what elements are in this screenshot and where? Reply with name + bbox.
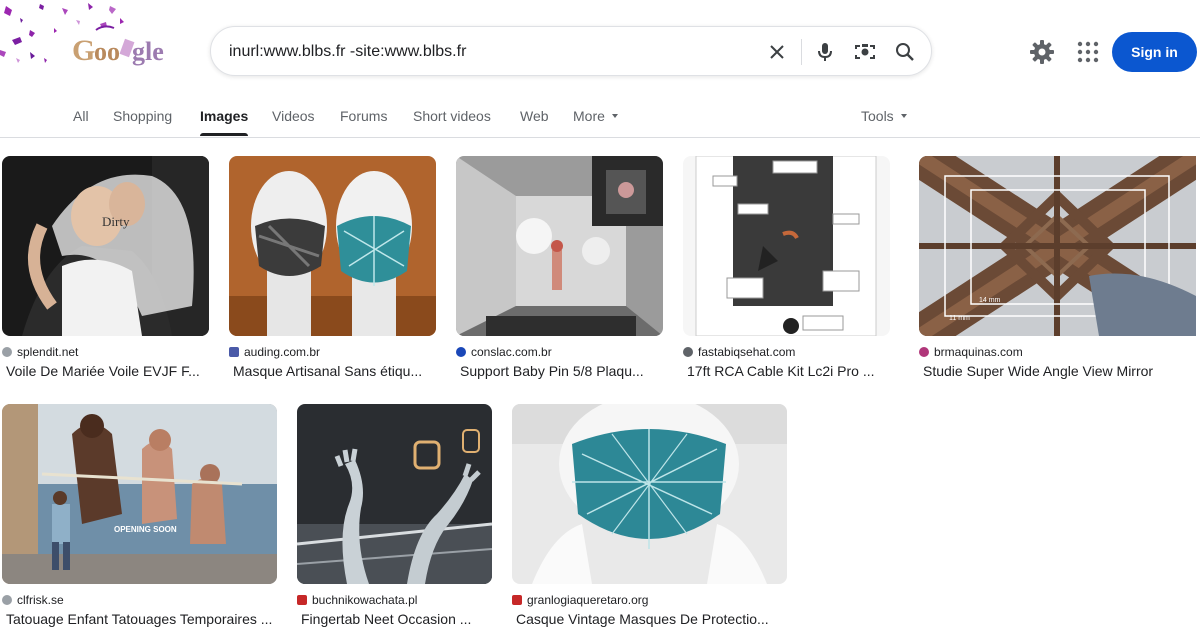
result-title[interactable]: 17ft RCA Cable Kit Lc2i Pro ... (687, 363, 891, 379)
result-source: granlogiaqueretaro.org (512, 593, 648, 607)
svg-text:oo: oo (94, 37, 120, 66)
source-text: clfrisk.se (17, 593, 64, 607)
image-result[interactable]: 14 mm 11 mm brmaquinas.com Studie Super … (919, 156, 1199, 386)
result-source: clfrisk.se (2, 593, 64, 607)
result-thumbnail[interactable] (229, 156, 436, 336)
site-favicon (919, 347, 929, 357)
microphone-icon[interactable] (813, 40, 837, 64)
result-thumbnail[interactable] (683, 156, 890, 336)
search-box[interactable] (210, 26, 932, 76)
result-thumbnail[interactable] (512, 404, 787, 584)
google-doodle-logo[interactable]: G oo gle (0, 0, 180, 80)
result-title[interactable]: Voile De Mariée Voile EVJF F... (6, 363, 210, 379)
result-source: brmaquinas.com (919, 345, 1023, 359)
result-title[interactable]: Casque Vintage Masques De Protectio... (516, 611, 788, 627)
search-input[interactable] (229, 39, 749, 65)
site-favicon (512, 595, 522, 605)
image-result[interactable]: conslac.com.br Support Baby Pin 5/8 Plaq… (456, 156, 664, 386)
source-text: auding.com.br (244, 345, 321, 359)
image-result[interactable]: buchnikowachata.pl Fingertab Neet Occasi… (297, 404, 495, 636)
search-divider (801, 39, 802, 65)
measure-label: 14 mm (979, 297, 1001, 304)
result-title[interactable]: Fingertab Neet Occasion ... (301, 611, 495, 627)
image-result[interactable]: fastabiqsehat.com 17ft RCA Cable Kit Lc2… (683, 156, 893, 386)
tab-images[interactable]: Images (200, 108, 248, 124)
svg-text:gle: gle (132, 37, 164, 66)
svg-text:G: G (72, 34, 95, 67)
site-favicon (297, 595, 307, 605)
tab-all[interactable]: All (73, 108, 89, 124)
image-result[interactable]: Dirty splendit.net Voile De Mariée Voile… (2, 156, 210, 386)
globe-icon (2, 595, 12, 605)
chevron-down-icon (900, 114, 907, 119)
measure-label: 11 mm (949, 315, 970, 322)
result-thumbnail[interactable]: Dirty (2, 156, 209, 336)
site-favicon (229, 347, 239, 357)
site-favicon (456, 347, 466, 357)
result-thumbnail[interactable]: 14 mm 11 mm (919, 156, 1196, 336)
source-text: splendit.net (17, 345, 79, 359)
apps-grid-icon[interactable] (1076, 40, 1100, 64)
veil-text: Dirty (102, 214, 130, 229)
result-thumbnail[interactable] (297, 404, 492, 584)
source-text: conslac.com.br (471, 345, 552, 359)
tab-web[interactable]: Web (520, 108, 549, 124)
result-source: splendit.net (2, 345, 78, 359)
search-icon[interactable] (893, 40, 917, 64)
source-text: granlogiaqueretaro.org (527, 593, 649, 607)
result-source: buchnikowachata.pl (297, 593, 417, 607)
result-thumbnail[interactable]: OPENING SOON (2, 404, 277, 584)
result-title[interactable]: Studie Super Wide Angle View Mirror (923, 363, 1193, 379)
gear-icon[interactable] (1028, 38, 1056, 66)
active-tab-indicator (200, 133, 248, 136)
tools-button[interactable]: Tools (861, 108, 907, 124)
tab-videos[interactable]: Videos (272, 108, 315, 124)
tabs-divider (0, 137, 1200, 138)
chevron-down-icon (611, 114, 618, 119)
tools-label: Tools (861, 108, 894, 124)
camera-lens-icon[interactable] (853, 40, 877, 64)
site-favicon (683, 347, 693, 357)
result-title[interactable]: Tatouage Enfant Tatouages Temporaires ..… (6, 611, 286, 627)
result-source: fastabiqsehat.com (683, 345, 795, 359)
clear-icon[interactable] (765, 40, 789, 64)
result-source: auding.com.br (229, 345, 320, 359)
source-text: brmaquinas.com (934, 345, 1023, 359)
tab-more-label: More (573, 108, 605, 124)
source-text: fastabiqsehat.com (698, 345, 796, 359)
tab-short-videos[interactable]: Short videos (413, 108, 491, 124)
result-source: conslac.com.br (456, 345, 552, 359)
result-thumbnail[interactable] (456, 156, 663, 336)
result-title[interactable]: Support Baby Pin 5/8 Plaqu... (460, 363, 664, 379)
image-result[interactable]: auding.com.br Masque Artisanal Sans étiq… (229, 156, 437, 386)
tab-forums[interactable]: Forums (340, 108, 387, 124)
banner-text: OPENING SOON (114, 525, 177, 534)
result-title[interactable]: Masque Artisanal Sans étiqu... (233, 363, 437, 379)
source-text: buchnikowachata.pl (312, 593, 418, 607)
globe-icon (2, 347, 12, 357)
tab-shopping[interactable]: Shopping (113, 108, 172, 124)
image-result[interactable]: OPENING SOON clfrisk.se Tatouage Enfant … (2, 404, 286, 636)
sign-in-button[interactable]: Sign in (1112, 32, 1197, 72)
tab-more[interactable]: More (573, 108, 618, 124)
image-result[interactable]: granlogiaqueretaro.org Casque Vintage Ma… (512, 404, 790, 636)
